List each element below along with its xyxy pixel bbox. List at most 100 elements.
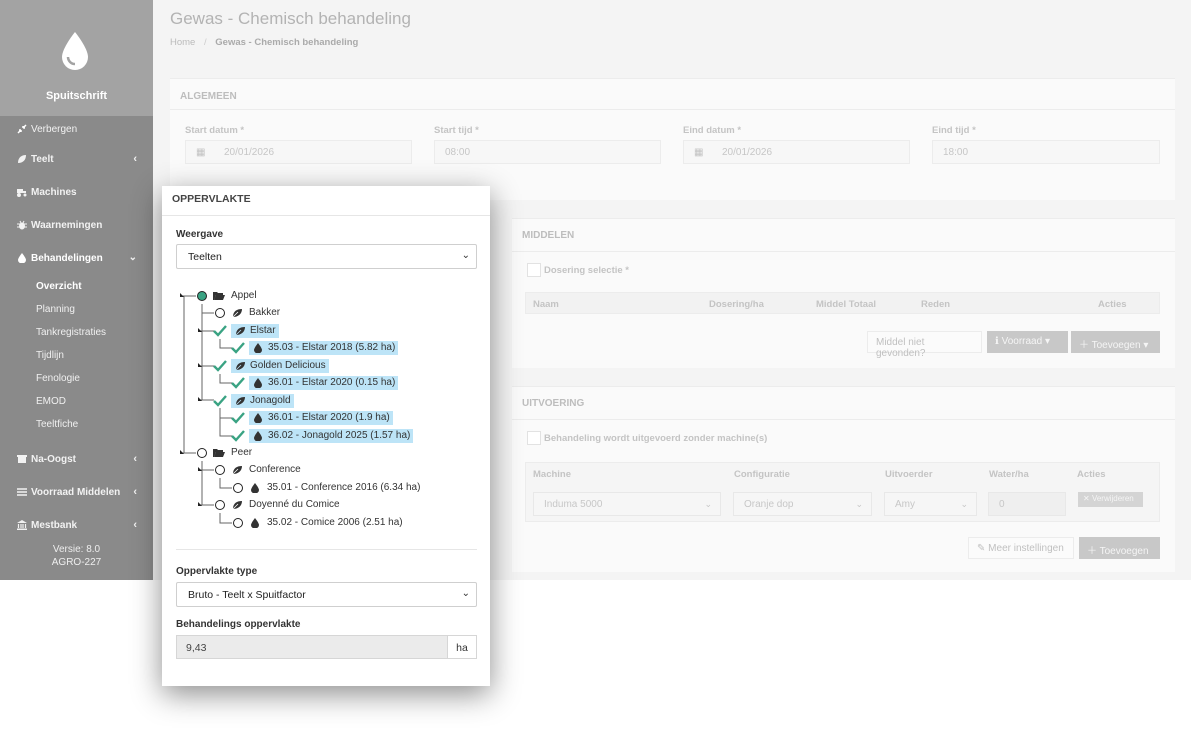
verwijderen-button[interactable]: ✕ Verwijderen: [1078, 492, 1143, 507]
oppervlakte-type-select[interactable]: Bruto - Teelt x Spuitfactor ⌄: [176, 582, 477, 607]
start-datum-field[interactable]: ▦ 20/01/2026: [185, 140, 412, 164]
chevron-left-icon: ‹: [133, 453, 137, 465]
drop-icon: [252, 342, 264, 354]
sidebar-sub-tijdlijn[interactable]: Tijdlijn: [36, 350, 64, 361]
sidebar-hide-toggle[interactable]: Verbergen: [0, 119, 153, 139]
sidebar-item-behandelingen[interactable]: Behandelingen ⌄: [0, 248, 153, 268]
sidebar-sub-planning[interactable]: Planning: [36, 304, 75, 315]
oppervlakte-type-value: Bruto - Teelt x Spuitfactor: [188, 589, 306, 601]
tree-node[interactable]: 36.01 - Elstar 2020 (0.15 ha): [231, 374, 399, 391]
chevron-left-icon: ‹: [133, 486, 137, 498]
tree-node[interactable]: Doyenné du Comice: [213, 496, 342, 513]
col-acties: Acties: [1098, 299, 1127, 310]
radio-empty-icon: [231, 516, 245, 530]
leaf-icon: [234, 360, 246, 372]
folder-open-icon: [213, 447, 225, 459]
dosering-checkbox[interactable]: [527, 263, 541, 277]
tree-node[interactable]: Bakker: [213, 304, 282, 321]
col-uitvoerder: Uitvoerder: [885, 469, 933, 480]
col-machine: Machine: [533, 469, 572, 480]
plus-icon: ＋: [1087, 546, 1097, 557]
tree-node-label: 35.03 - Elstar 2018 (5.82 ha): [268, 342, 396, 353]
drop-icon: [249, 517, 261, 529]
breadcrumb: Home / Gewas - Chemisch behandeling: [170, 37, 358, 48]
sidebar-sub-tankregistraties[interactable]: Tankregistraties: [36, 327, 106, 338]
calendar-icon: ▦: [694, 147, 704, 158]
start-datum-label: Start datum *: [185, 125, 245, 136]
calendar-icon: ▦: [196, 147, 206, 158]
col-middel-totaal: Middel Totaal: [816, 299, 876, 310]
eind-tijd-label: Eind tijd *: [932, 125, 976, 136]
tree-node[interactable]: Golden Delicious: [213, 357, 329, 374]
sidebar-item-voorraad-middelen[interactable]: Voorraad Middelen ‹: [0, 482, 153, 502]
zonder-machine-checkbox[interactable]: [527, 431, 541, 445]
version-label: Versie: 8.0: [52, 544, 101, 555]
chevron-down-icon: ⌄: [704, 499, 712, 509]
sidebar-item-teelt[interactable]: Teelt ‹: [0, 149, 153, 169]
panel-middelen: MIDDELEN Dosering selectie * Naam Doseri…: [512, 218, 1175, 368]
breadcrumb-home[interactable]: Home: [170, 37, 195, 48]
start-datum-value: 20/01/2026: [224, 147, 275, 158]
breadcrumb-separator: /: [203, 37, 207, 48]
machine-toevoegen-button[interactable]: ＋ Toevoegen: [1079, 537, 1160, 559]
tree-node[interactable]: 35.02 - Comice 2006 (2.51 ha): [231, 514, 405, 531]
tree-node[interactable]: 35.01 - Conference 2016 (6.34 ha): [231, 479, 422, 496]
check-icon: [213, 324, 227, 338]
brand[interactable]: Spuitschrift: [0, 0, 153, 116]
sidebar-item-waarnemingen[interactable]: Waarnemingen: [0, 215, 153, 235]
sidebar-hide-label: Verbergen: [31, 123, 78, 135]
uitvoerder-select[interactable]: Amy ⌄: [884, 492, 977, 516]
panel-title: MIDDELEN: [522, 230, 575, 241]
tree-node[interactable]: 36.02 - Jonagold 2025 (1.57 ha): [231, 427, 414, 444]
page-title: Gewas - Chemisch behandeling: [170, 9, 411, 28]
middel-toevoegen-button[interactable]: ＋ Toevoegen ▾: [1071, 331, 1160, 353]
tree-node[interactable]: Appel: [195, 287, 259, 304]
sidebar-sub-teeltfiche[interactable]: Teeltfiche: [36, 419, 78, 430]
box-icon: [16, 454, 27, 465]
leaf-icon: [231, 499, 243, 511]
info-icon: ℹ: [995, 336, 999, 347]
drop-icon: [249, 482, 261, 494]
radio-empty-icon: [213, 463, 227, 477]
middel-niet-gevonden-button[interactable]: Middel niet gevonden?: [867, 331, 982, 359]
col-water: Water/ha: [989, 469, 1029, 480]
sidebar-sub-fenologie[interactable]: Fenologie: [36, 373, 80, 384]
sidebar-item-label: Machines: [31, 186, 77, 198]
radio-empty-icon: [231, 481, 245, 495]
tree-node[interactable]: Elstar: [213, 322, 279, 339]
middelen-table-header: Naam Dosering/ha Middel Totaal Reden Act…: [525, 292, 1160, 314]
tree-node[interactable]: Peer: [195, 444, 254, 461]
tree-node[interactable]: 35.03 - Elstar 2018 (5.82 ha): [231, 339, 399, 356]
water-input[interactable]: 0: [988, 492, 1066, 516]
oppervlakte-popup: OPPERVLAKTE Weergave Teelten ⌄ Appel Bak…: [162, 186, 490, 686]
leaf-icon: [231, 307, 243, 319]
eind-datum-label: Eind datum *: [683, 125, 742, 136]
start-tijd-field[interactable]: 08:00: [434, 140, 661, 164]
caret-down-icon: ▾: [1044, 336, 1050, 347]
list-icon: [16, 487, 27, 498]
build-label: AGRO-227: [51, 557, 102, 568]
sidebar-sub-emod[interactable]: EMOD: [36, 396, 66, 407]
chevron-down-icon: ⌄: [855, 499, 863, 509]
sidebar-item-na-oogst[interactable]: Na-Oogst ‹: [0, 449, 153, 469]
tree-node[interactable]: Jonagold: [213, 392, 294, 409]
chevron-left-icon: ‹: [133, 153, 137, 165]
sidebar-item-machines[interactable]: Machines: [0, 182, 153, 202]
drop-icon: [16, 253, 27, 264]
sidebar-item-mestbank[interactable]: Mestbank ‹: [0, 515, 153, 535]
tree-node-label: Elstar: [250, 325, 276, 336]
tree-node[interactable]: 36.01 - Elstar 2020 (1.9 ha): [231, 409, 393, 426]
eind-tijd-field[interactable]: 18:00: [932, 140, 1160, 164]
tree-node[interactable]: Conference: [213, 461, 303, 478]
eind-datum-field[interactable]: ▦ 20/01/2026: [683, 140, 910, 164]
chevron-down-icon: ⌄: [461, 588, 470, 599]
tree-node-label: Peer: [231, 447, 253, 458]
sidebar-sub-overzicht[interactable]: Overzicht: [36, 281, 82, 292]
configuratie-select[interactable]: Oranje dop ⌄: [733, 492, 872, 516]
behandelings-oppervlakte-input[interactable]: 9,43: [176, 635, 448, 659]
meer-instellingen-button[interactable]: ✎ Meer instellingen: [968, 537, 1074, 559]
voorraad-button[interactable]: ℹ Voorraad ▾: [987, 331, 1068, 353]
brand-name: Spuitschrift: [45, 90, 108, 102]
sidebar-item-label: Voorraad Middelen: [31, 486, 121, 498]
machine-select[interactable]: Induma 5000 ⌄: [533, 492, 721, 516]
